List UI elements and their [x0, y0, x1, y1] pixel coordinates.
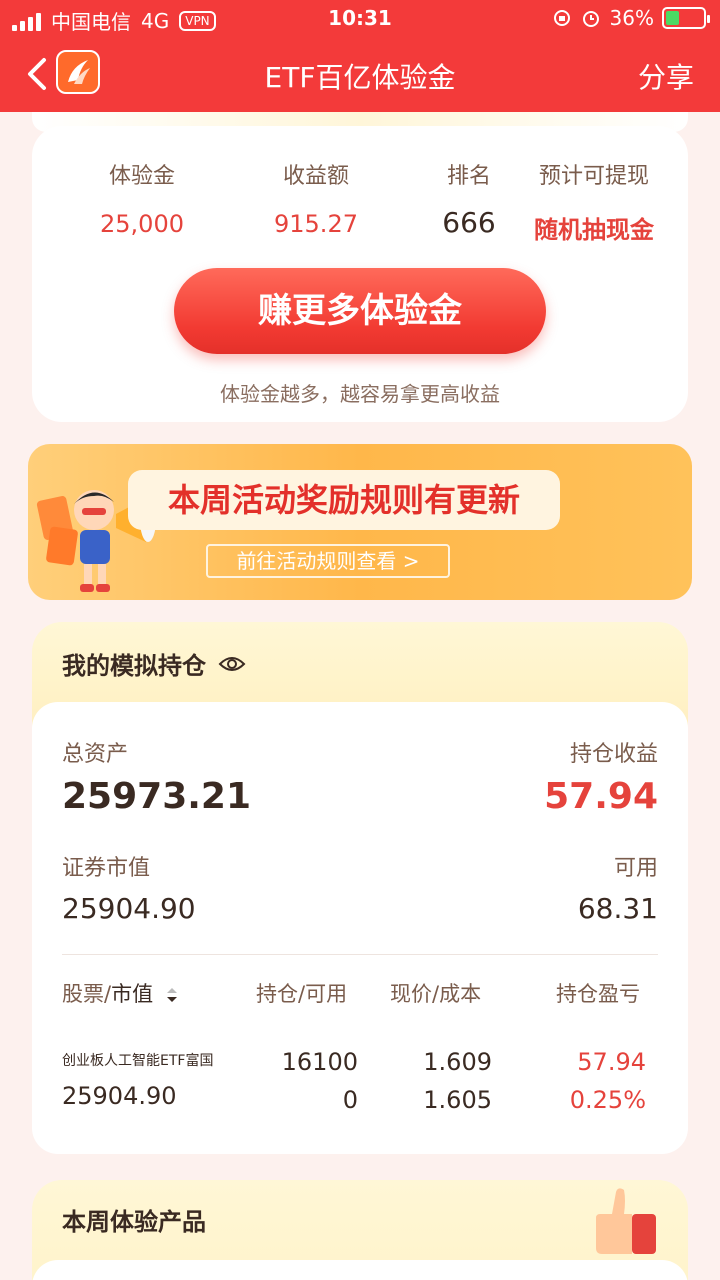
pnl-percent: 0.25% [569, 1086, 646, 1114]
pnl-amount: 57.94 [577, 1048, 646, 1076]
stat-trial-fund: 体验金 25,000 [100, 164, 184, 238]
stat-withdraw: 预计可提现 随机抽现金 [534, 164, 654, 244]
col-header-pnl: 持仓盈亏 [556, 982, 640, 1006]
banner-title: 本周活动奖励规则有更新 [128, 470, 560, 530]
weekly-products-card: 本周体验产品 [32, 1180, 688, 1280]
earn-more-button[interactable]: 赚更多体验金 [174, 268, 546, 354]
stat-earnings: 收益额 915.27 [274, 164, 358, 238]
col-header-hold: 持仓/可用 [256, 982, 348, 1006]
divider [62, 954, 658, 955]
cost-price: 1.605 [423, 1086, 492, 1114]
summary-card: 体验金 25,000 收益额 915.27 排名 666 预计可提现 随机抽现金… [32, 126, 688, 422]
hold-qty: 16100 [281, 1048, 358, 1076]
battery-percent: 36% [609, 6, 654, 30]
share-button[interactable]: 分享 [638, 56, 694, 96]
weekly-products-body [32, 1260, 688, 1280]
stock-market-value: 25904.90 [62, 1082, 177, 1110]
holdings-card: 总资产 25973.21 持仓收益 57.94 证券市值 25904.90 可用… [32, 702, 688, 1154]
activity-banner[interactable]: 本周活动奖励规则有更新 前往活动规则查看 > [28, 444, 692, 600]
stock-name: 创业板人工智能ETF富国 [62, 1053, 214, 1069]
available-qty: 0 [342, 1086, 358, 1114]
alarm-icon [582, 11, 599, 27]
current-price: 1.609 [423, 1048, 492, 1076]
battery-icon [662, 7, 710, 29]
earn-hint: 体验金越多，越容易拿更高收益 [220, 382, 500, 406]
total-assets: 总资产 25973.21 [62, 742, 252, 817]
position-profit: 持仓收益 57.94 [544, 742, 658, 817]
status-bar: 中国电信 4G VPN 10:31 36% [0, 0, 720, 40]
banner-rules-link[interactable]: 前往活动规则查看 > [206, 544, 450, 578]
col-header-price: 现价/成本 [390, 982, 482, 1006]
thumbs-up-icon [596, 1188, 656, 1254]
col-header-stock[interactable]: 股票/市值 [62, 978, 180, 1008]
summary-stats: 体验金 25,000 收益额 915.27 排名 666 预计可提现 随机抽现金 [32, 158, 688, 244]
page-title: ETF百亿体验金 [264, 61, 456, 94]
orientation-lock-icon [553, 10, 570, 26]
sort-icon[interactable] [164, 986, 180, 1004]
weekly-products-title: 本周体验产品 [62, 1208, 206, 1236]
market-value: 证券市值 25904.90 [62, 856, 196, 925]
nav-bar: ETF百亿体验金 分享 [0, 40, 720, 112]
top-bar: 中国电信 4G VPN 10:31 36% ETF百亿体验金 分享 [0, 0, 720, 112]
eye-icon[interactable] [218, 655, 246, 673]
available-cash: 可用 68.31 [577, 856, 658, 925]
holdings-title: 我的模拟持仓 [62, 652, 206, 680]
